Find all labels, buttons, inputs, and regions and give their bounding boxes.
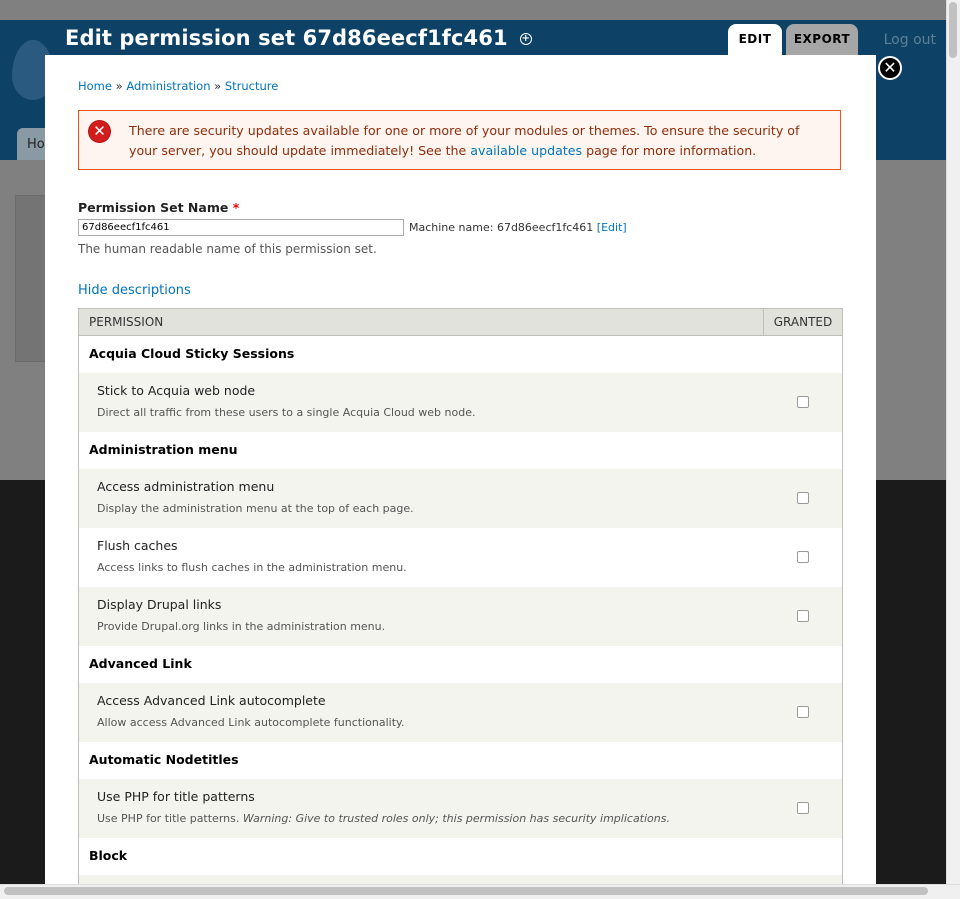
module-name: Advanced Link xyxy=(89,656,192,671)
permission-title: Use PHP for title patterns xyxy=(97,789,255,804)
vertical-scrollbar-thumb[interactable] xyxy=(949,2,957,58)
permission-row: Access administration menu Display the a… xyxy=(79,469,842,528)
permission-title: Access Advanced Link autocomplete xyxy=(97,693,326,708)
permission-description: Allow access Advanced Link autocomplete … xyxy=(97,716,405,729)
breadcrumb-home[interactable]: Home xyxy=(78,79,112,93)
permissions-table-header: PERMISSION GRANTED xyxy=(79,309,842,336)
add-shortcut-icon[interactable]: + xyxy=(519,33,532,45)
permission-row: Access Advanced Link autocomplete Allow … xyxy=(79,683,842,742)
overlay-title: Edit permission set 67d86eecf1fc461 + xyxy=(65,26,532,50)
column-header-granted: GRANTED xyxy=(763,309,842,335)
permission-description: Direct all traffic from these users to a… xyxy=(97,406,476,419)
permission-set-name-label: Permission Set Name * xyxy=(78,200,239,215)
required-marker: * xyxy=(232,200,240,215)
permission-description-text: Use PHP for title patterns. xyxy=(97,812,243,825)
machine-name-edit-link[interactable]: [Edit] xyxy=(597,221,627,234)
permission-description: Access links to flush caches in the admi… xyxy=(97,561,407,574)
granted-checkbox[interactable] xyxy=(797,551,809,563)
permission-description: Use PHP for title patterns. Warning: Giv… xyxy=(97,812,670,825)
permission-set-name-description: The human readable name of this permissi… xyxy=(78,242,377,256)
admin-toolbar-background xyxy=(0,0,946,20)
permission-row: Display Drupal links Provide Drupal.org … xyxy=(79,587,842,646)
permissions-table: PERMISSION GRANTED Acquia Cloud Sticky S… xyxy=(78,308,843,884)
granted-checkbox[interactable] xyxy=(797,706,809,718)
granted-checkbox[interactable] xyxy=(797,492,809,504)
breadcrumb-separator: » xyxy=(115,79,123,93)
module-row-advanced-link: Advanced Link xyxy=(79,646,842,683)
horizontal-scrollbar-thumb[interactable] xyxy=(4,887,928,895)
module-row-automatic-nodetitles: Automatic Nodetitles xyxy=(79,742,842,779)
permission-title: Display Drupal links xyxy=(97,597,222,612)
module-name: Block xyxy=(89,848,128,863)
permission-row: Flush caches Access links to flush cache… xyxy=(79,528,842,587)
module-row-acquia-cloud-sticky-sessions: Acquia Cloud Sticky Sessions xyxy=(79,336,842,373)
permission-row: Stick to Acquia web node Direct all traf… xyxy=(79,373,842,432)
permission-title: Flush caches xyxy=(97,538,178,553)
permission-set-name-input[interactable] xyxy=(78,219,404,236)
permission-row: Use PHP for title patterns Use PHP for t… xyxy=(79,779,842,838)
granted-checkbox[interactable] xyxy=(797,610,809,622)
permission-title: Access administration menu xyxy=(97,479,275,494)
overlay-panel: Home » Administration » Structure ✕ Ther… xyxy=(45,55,876,884)
background-link-logout: Log out xyxy=(883,32,936,48)
close-icon[interactable]: ✕ xyxy=(878,56,902,80)
message-text-after: page for more information. xyxy=(582,143,757,158)
module-name: Acquia Cloud Sticky Sessions xyxy=(89,346,295,361)
background-tab-label: Ho xyxy=(27,137,45,152)
module-name: Administration menu xyxy=(89,442,238,457)
permission-description: Provide Drupal.org links in the administ… xyxy=(97,620,386,633)
breadcrumb-structure[interactable]: Structure xyxy=(225,79,279,93)
breadcrumb: Home » Administration » Structure xyxy=(78,79,278,93)
granted-checkbox[interactable] xyxy=(797,802,809,814)
available-updates-link[interactable]: available updates xyxy=(470,143,582,158)
permission-description: Display the administration menu at the t… xyxy=(97,502,414,515)
module-row-block: Block xyxy=(79,838,842,875)
breadcrumb-administration[interactable]: Administration xyxy=(126,79,210,93)
breadcrumb-separator: » xyxy=(214,79,222,93)
error-message: ✕ There are security updates available f… xyxy=(78,110,841,170)
name-label-text: Permission Set Name xyxy=(78,200,229,215)
module-name: Automatic Nodetitles xyxy=(89,752,239,767)
column-header-permission: PERMISSION xyxy=(89,315,164,329)
machine-name-text: Machine name: 67d86eecf1fc461 xyxy=(409,221,597,234)
vertical-scrollbar[interactable] xyxy=(946,0,960,898)
module-row-administration-menu: Administration menu xyxy=(79,432,842,469)
error-message-text: There are security updates available for… xyxy=(129,121,819,161)
tab-export[interactable]: EXPORT xyxy=(786,24,858,55)
permission-title: Stick to Acquia web node xyxy=(97,383,256,398)
tab-edit[interactable]: EDIT xyxy=(728,24,782,55)
overlay-title-text: Edit permission set 67d86eecf1fc461 xyxy=(65,26,508,50)
machine-name: Machine name: 67d86eecf1fc461 [Edit] xyxy=(409,221,627,234)
error-icon: ✕ xyxy=(89,121,110,142)
hide-descriptions-link[interactable]: Hide descriptions xyxy=(78,283,191,298)
granted-checkbox[interactable] xyxy=(797,396,809,408)
permission-warning: Warning: Give to trusted roles only; thi… xyxy=(242,812,670,825)
permission-row xyxy=(79,875,842,884)
